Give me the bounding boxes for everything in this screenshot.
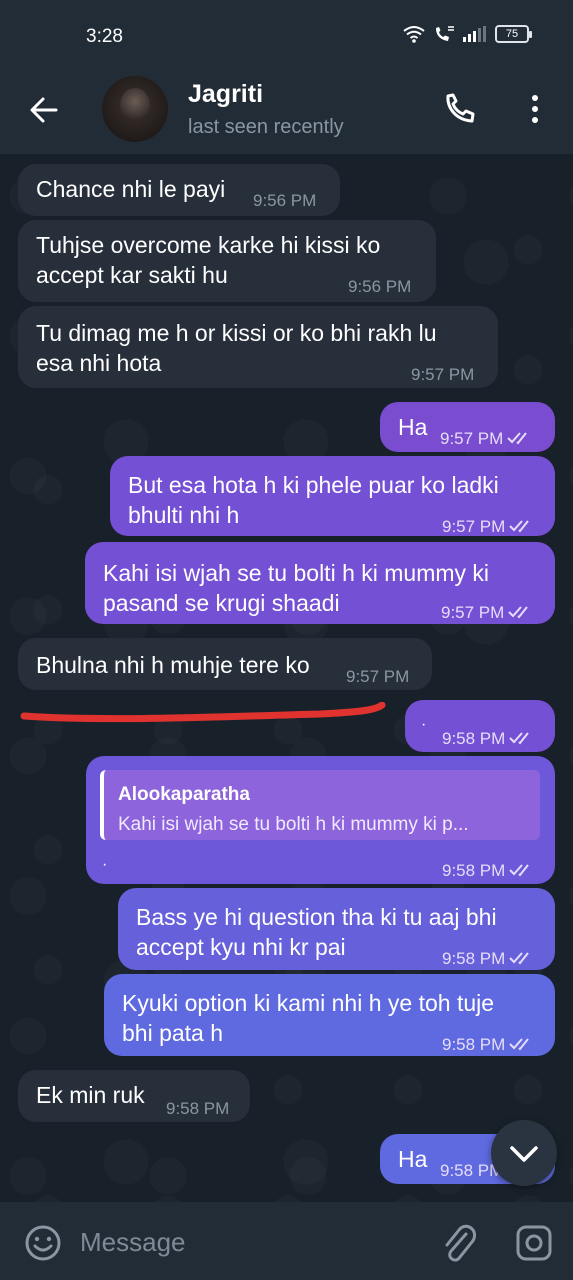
message-text: Tu dimag me h or kissi or ko bhi rakh lu	[36, 320, 437, 346]
reply-text: Kahi isi wjah se tu bolti h ki mummy ki …	[118, 814, 469, 835]
message-time: 9:56 PM	[348, 277, 412, 296]
time-text: 9:58 PM	[442, 861, 506, 880]
volte-call-icon	[436, 26, 454, 41]
contact-status: last seen recently	[188, 116, 344, 138]
message-text: Ha	[398, 1146, 428, 1172]
chat-header: Jagriti last seen recently	[0, 74, 573, 154]
double-check-icon	[508, 606, 529, 619]
message-text: bhi pata h	[122, 1020, 224, 1046]
message-text: Chance nhi le payi	[36, 176, 226, 202]
wifi-icon	[403, 26, 425, 43]
message-text: Ek min ruk	[36, 1082, 145, 1108]
message-time: 9:58 PM	[442, 856, 535, 886]
red-annotation-line	[20, 702, 386, 723]
message-text: But esa hota h ki phele puar ko ladki	[128, 472, 499, 498]
message-text: accept kar sakti hu	[36, 262, 228, 288]
message-text: pasand se krugi shaadi	[103, 590, 340, 616]
incoming-message[interactable]: Chance nhi le payi 9:56 PM	[18, 164, 340, 216]
message-time: 9:58 PM	[442, 944, 535, 974]
double-check-icon	[509, 732, 530, 745]
outgoing-message[interactable]: Kyuki option ki kami nhi h ye toh tuje b…	[104, 974, 555, 1056]
time-text: 9:58 PM	[442, 729, 506, 748]
outgoing-reply-message[interactable]: Alookaparatha Kahi isi wjah se tu bolti …	[86, 756, 555, 884]
avatar[interactable]	[102, 76, 168, 142]
message-text: Bhulna nhi h muhje tere ko	[36, 652, 310, 678]
status-icons: 75	[403, 25, 532, 43]
outgoing-message[interactable]: Ha 9:57 PM	[380, 402, 555, 452]
reply-quote[interactable]: Alookaparatha Kahi isi wjah se tu bolti …	[100, 770, 540, 840]
message-time: 9:58 PM	[166, 1099, 230, 1118]
message-time: 9:58 PM	[442, 1030, 535, 1060]
incoming-message[interactable]: Bhulna nhi h muhje tere ko 9:57 PM	[18, 638, 432, 690]
message-time: 9:57 PM	[440, 424, 533, 454]
message-text: Kahi isi wjah se tu bolti h ki mummy ki	[103, 560, 490, 586]
composer-bar	[0, 1202, 573, 1280]
incoming-message[interactable]: Tu dimag me h or kissi or ko bhi rakh lu…	[18, 306, 498, 388]
message-text: ·	[102, 856, 108, 873]
double-check-icon	[509, 864, 530, 877]
message-text: Bass ye hi question tha ki tu aaj bhi	[136, 904, 497, 930]
message-text: Tuhjse overcome karke hi kissi ko	[36, 232, 381, 258]
message-time: 9:57 PM	[346, 667, 410, 686]
message-text: esa nhi hota	[36, 350, 162, 376]
battery-icon: 75	[495, 25, 532, 43]
back-button[interactable]	[26, 92, 62, 128]
status-bar: 3:28 75	[0, 0, 573, 74]
time-text: 9:58 PM	[442, 949, 506, 968]
message-time: 9:57 PM	[441, 598, 534, 628]
message-text: ·	[421, 716, 427, 733]
attach-button[interactable]	[440, 1222, 476, 1264]
outgoing-message[interactable]: Bass ye hi question tha ki tu aaj bhi ac…	[118, 888, 555, 970]
message-time: 9:57 PM	[442, 512, 535, 542]
double-check-icon	[507, 432, 528, 445]
more-options-button[interactable]	[524, 92, 546, 126]
incoming-message[interactable]: Tuhjse overcome karke hi kissi ko accept…	[18, 220, 436, 302]
outgoing-message[interactable]: But esa hota h ki phele puar ko ladki bh…	[110, 456, 555, 536]
time-text: 9:57 PM	[441, 603, 505, 622]
scroll-to-bottom-button[interactable]	[491, 1120, 557, 1186]
message-time: 9:56 PM	[253, 191, 317, 210]
call-button[interactable]	[442, 92, 476, 126]
chevron-down-icon	[510, 1146, 538, 1162]
camera-button[interactable]	[515, 1224, 553, 1262]
reply-author: Alookaparatha	[118, 784, 250, 805]
time-text: 9:57 PM	[442, 517, 506, 536]
time-text: 9:58 PM	[442, 1035, 506, 1054]
message-list[interactable]: Chance nhi le payi 9:56 PM Tuhjse overco…	[0, 154, 573, 1202]
message-text: Ha	[398, 414, 428, 440]
message-text: bhulti nhi h	[128, 502, 240, 528]
message-time: 9:57 PM	[411, 365, 475, 384]
outgoing-message[interactable]: · 9:58 PM	[405, 700, 555, 752]
status-time: 3:28	[86, 26, 123, 47]
double-check-icon	[509, 1038, 530, 1051]
message-input[interactable]	[80, 1220, 410, 1264]
message-time: 9:58 PM	[442, 724, 535, 754]
message-text: Kyuki option ki kami nhi h ye toh tuje	[122, 990, 495, 1016]
signal-icon	[463, 26, 486, 42]
contact-name[interactable]: Jagriti	[188, 80, 263, 109]
incoming-message[interactable]: Ek min ruk 9:58 PM	[18, 1070, 250, 1122]
double-check-icon	[509, 520, 530, 533]
message-text: accept kyu nhi kr pai	[136, 934, 346, 960]
double-check-icon	[509, 952, 530, 965]
time-text: 9:57 PM	[440, 429, 504, 448]
emoji-button[interactable]	[24, 1224, 62, 1262]
outgoing-message[interactable]: Kahi isi wjah se tu bolti h ki mummy ki …	[85, 542, 555, 624]
